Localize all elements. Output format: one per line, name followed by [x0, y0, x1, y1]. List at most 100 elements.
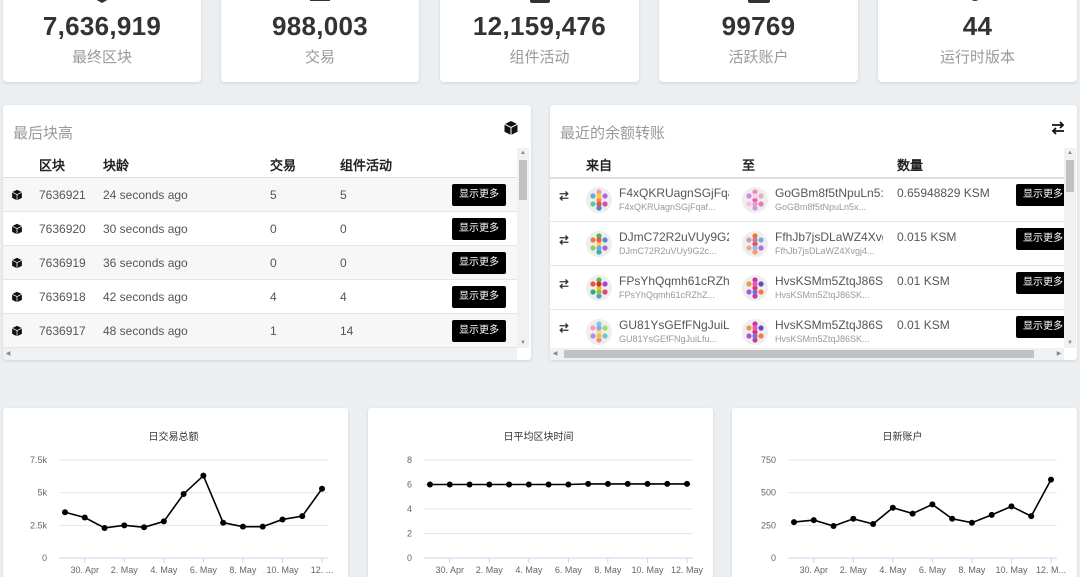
data-point	[830, 522, 837, 529]
block-number[interactable]: 7636921	[39, 188, 86, 202]
horizontal-scrollbar[interactable]: ◀ ▶	[550, 348, 1064, 360]
stat-card-runtime-version: 44 运行时版本	[878, 0, 1077, 82]
show-more-button[interactable]: 显示更多	[452, 218, 506, 240]
vertical-scrollbar[interactable]: ▲ ▼	[1064, 148, 1076, 348]
scroll-up-arrow[interactable]: ▲	[1064, 148, 1076, 158]
identicon-avatar	[742, 231, 768, 257]
latest-blocks-panel: 最后块高 区块 块龄 交易 组件活动 7636921 24 seconds ag…	[3, 105, 531, 360]
column-header-amount: 数量	[897, 159, 924, 174]
to-address[interactable]: HvsKSMm5ZtqJ86SK	[775, 318, 883, 332]
vertical-scrollbar[interactable]: ▲ ▼	[517, 148, 529, 348]
from-address[interactable]: FPsYhQqmh61cRZh:	[619, 274, 729, 288]
check-icon	[528, 0, 552, 3]
cube-icon	[11, 189, 23, 201]
x-tick-label: 10. May	[266, 565, 299, 575]
table-row[interactable]: F4xQKRUagnSGjFqa F4xQKRUagnSGjFqaf... Go…	[550, 178, 1070, 222]
from-address[interactable]: F4xQKRUagnSGjFqa	[619, 186, 729, 200]
data-point	[850, 515, 857, 522]
table-row[interactable]: 7636920 30 seconds ago 0 0 显示更多	[3, 212, 517, 246]
data-point	[889, 504, 896, 511]
blocks-table-header: 区块 块龄 交易 组件活动	[3, 149, 517, 179]
data-point	[565, 481, 572, 488]
data-point	[180, 490, 187, 497]
table-row[interactable]: 7636918 42 seconds ago 4 4 显示更多	[3, 280, 517, 314]
data-point	[486, 481, 493, 488]
from-address[interactable]: GU81YsGEfFNgJuiLfi	[619, 318, 729, 332]
table-row[interactable]: 7636921 24 seconds ago 5 5 显示更多	[3, 178, 517, 212]
identicon-avatar	[742, 275, 768, 301]
block-number[interactable]: 7636918	[39, 290, 86, 304]
identicon-avatar	[742, 187, 768, 213]
scroll-left-arrow[interactable]: ◀	[550, 348, 560, 360]
from-address-short: FPsYhQqmh61cRZhZ...	[619, 290, 716, 300]
scroll-up-arrow[interactable]: ▲	[517, 148, 529, 158]
x-tick-label: 2. May	[111, 565, 139, 575]
panel-title: 最近的余额转账	[560, 124, 666, 142]
horizontal-scrollbar[interactable]: ◀	[3, 348, 517, 360]
show-more-button[interactable]: 显示更多	[1016, 184, 1070, 206]
series-line	[793, 479, 1052, 527]
x-tick-label: 30. Apr	[71, 565, 100, 575]
data-point	[624, 480, 631, 487]
column-header-age: 块龄	[103, 159, 130, 174]
data-point	[1008, 503, 1015, 510]
scrollbar-thumb[interactable]	[1066, 160, 1074, 192]
chart-card-new-accounts: 日新账户 0 250 500 750 30. Apr 2. May 4. May 6. May 8…	[732, 408, 1077, 577]
show-more-button[interactable]: 显示更多	[452, 286, 506, 308]
scrollbar-thumb[interactable]	[564, 350, 1034, 358]
y-tick-label: 4	[407, 504, 412, 514]
stat-card-events: 12,159,476 组件活动	[440, 0, 639, 82]
scroll-down-arrow[interactable]: ▼	[1064, 338, 1076, 348]
x-tick-label: 8. May	[958, 565, 986, 575]
to-address[interactable]: HvsKSMm5ZtqJ86SK	[775, 274, 883, 288]
scrollbar-thumb[interactable]	[519, 160, 527, 200]
stat-card-transactions: 988,003 交易	[221, 0, 419, 82]
y-tick-label: 500	[761, 488, 776, 498]
data-point	[1028, 513, 1035, 520]
chart-avg-block-time: 日平均区块时间 0 2 4 6 8 30. Apr 2. May 4. May 6. May 8. …	[407, 430, 704, 575]
data-point	[466, 481, 473, 488]
show-more-button[interactable]: 显示更多	[452, 184, 506, 206]
data-point	[1048, 476, 1054, 483]
from-address[interactable]: DJmC72R2uVUy9G2	[619, 230, 729, 244]
table-row[interactable]: FPsYhQqmh61cRZh: FPsYhQqmh61cRZhZ... Hvs…	[550, 266, 1070, 310]
y-tick-label: 2.5k	[30, 520, 48, 530]
scroll-left-arrow[interactable]: ◀	[3, 348, 13, 360]
data-point	[684, 480, 690, 487]
to-address[interactable]: GoGBm8f5tNpuLn5:	[775, 186, 883, 200]
stat-card-active-accounts: 99769 活跃账户	[659, 0, 858, 82]
transfer-arrows-icon	[559, 323, 569, 333]
show-more-button[interactable]: 显示更多	[1016, 316, 1070, 338]
chart-icon	[308, 0, 332, 3]
block-age: 36 seconds ago	[103, 256, 188, 270]
table-row[interactable]: 7636917 48 seconds ago 1 14 显示更多	[3, 314, 517, 348]
data-point	[525, 481, 532, 488]
table-row[interactable]: 7636919 36 seconds ago 0 0 显示更多	[3, 246, 517, 280]
data-point	[988, 511, 995, 518]
chart-title: 日交易总额	[149, 430, 199, 443]
show-more-button[interactable]: 显示更多	[452, 320, 506, 342]
show-more-button[interactable]: 显示更多	[1016, 228, 1070, 250]
block-event-count: 0	[340, 222, 347, 236]
data-point	[949, 515, 956, 522]
block-number[interactable]: 7636919	[39, 256, 86, 270]
transfer-amount: 0.01 KSM	[897, 318, 950, 332]
block-number[interactable]: 7636917	[39, 324, 86, 338]
show-more-button[interactable]: 显示更多	[1016, 272, 1070, 294]
transfer-amount: 0.01 KSM	[897, 274, 950, 288]
data-point	[160, 518, 167, 525]
x-tick-label: 4. May	[150, 565, 178, 575]
y-tick-label: 250	[761, 520, 776, 530]
show-more-button[interactable]: 显示更多	[452, 252, 506, 274]
transfer-arrows-icon	[1051, 121, 1065, 135]
scroll-down-arrow[interactable]: ▼	[517, 338, 529, 348]
data-point	[220, 519, 227, 526]
block-tx-count: 4	[270, 290, 277, 304]
to-address[interactable]: FfhJb7jsDLaWZ4Xvgj	[775, 230, 883, 244]
block-number[interactable]: 7636920	[39, 222, 86, 236]
table-row[interactable]: DJmC72R2uVUy9G2 DJmC72R2uVUy9G2c... FfhJ…	[550, 222, 1070, 266]
cube-icon	[11, 257, 23, 269]
data-point	[299, 513, 306, 520]
scroll-right-arrow[interactable]: ▶	[1054, 348, 1064, 360]
stat-label: 活跃账户	[728, 48, 789, 66]
